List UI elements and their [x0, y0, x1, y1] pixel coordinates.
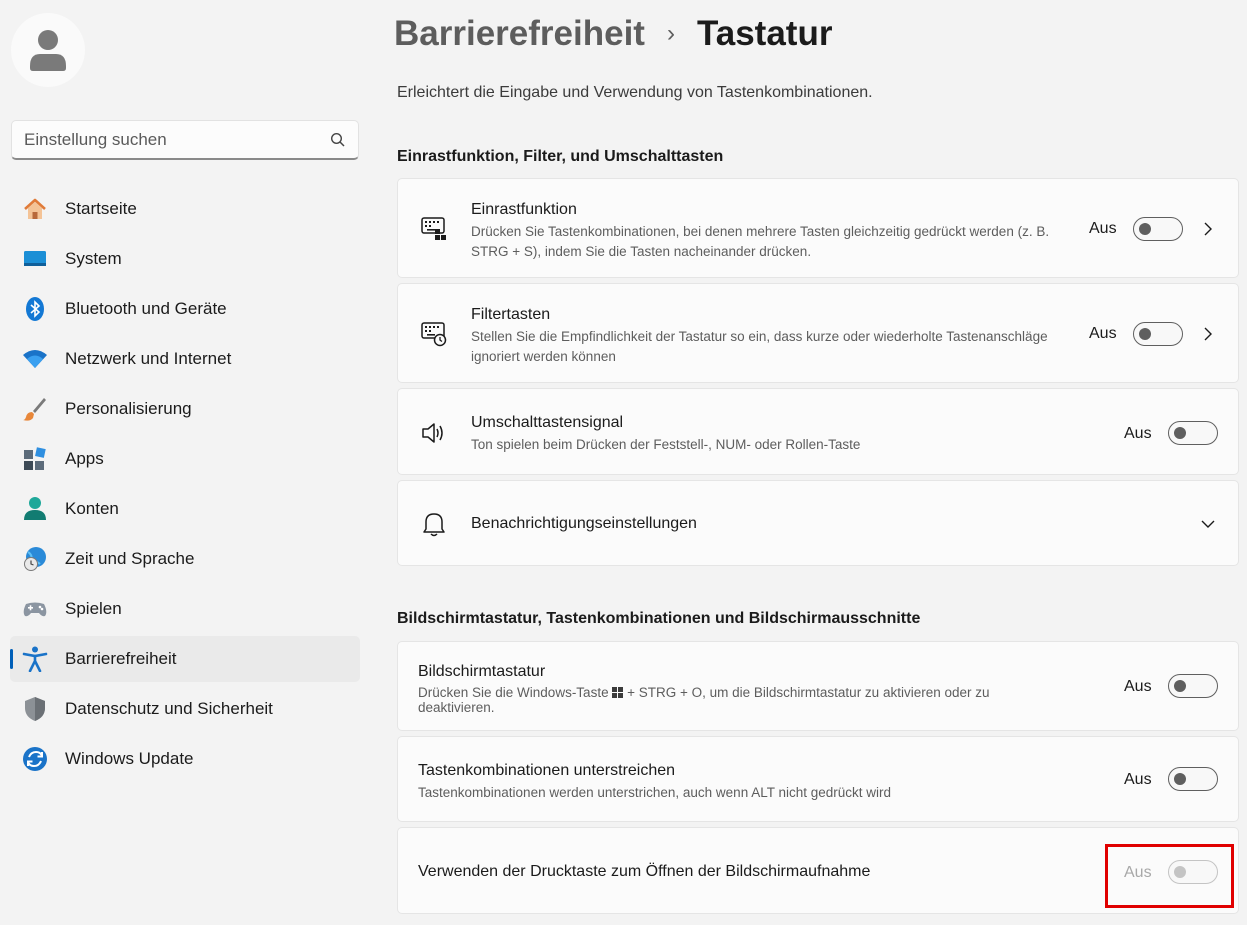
desc-part: Drücken Sie die Windows-Taste — [418, 685, 609, 700]
sidebar-item-system[interactable]: System — [10, 236, 360, 282]
page-subtitle: Erleichtert die Eingabe und Verwendung v… — [397, 84, 873, 101]
underline-access-keys-toggle[interactable] — [1168, 767, 1218, 791]
search-input[interactable] — [24, 129, 330, 150]
setting-text: Einrastfunktion Drücken Sie Tastenkombin… — [471, 201, 1068, 262]
sidebar-item-label: Zeit und Sprache — [65, 549, 195, 568]
sidebar-item-label: Bluetooth und Geräte — [65, 299, 227, 318]
setting-description: Tastenkombinationen werden unterstrichen… — [418, 785, 892, 800]
sidebar-item-label: Datenschutz und Sicherheit — [65, 699, 273, 718]
sidebar-item-windows-update[interactable]: Windows Update — [10, 736, 360, 782]
setting-text: Verwenden der Drucktaste zum Öffnen der … — [418, 863, 1068, 881]
section-title-filter: Einrastfunktion, Filter, und Umschalttas… — [397, 148, 724, 165]
toggle-keys-toggle[interactable] — [1168, 421, 1218, 445]
speaker-icon — [420, 419, 448, 447]
chevron-right-icon[interactable] — [1198, 219, 1218, 239]
setting-text: Bildschirmtastatur Drücken Sie die Windo… — [418, 663, 1038, 715]
sidebar-nav: Startseite System Bluetooth und Geräte N… — [10, 186, 360, 786]
toggle-state-label: Aus — [1089, 325, 1117, 342]
keyboard-sticky-icon — [420, 215, 448, 243]
apps-icon — [22, 446, 48, 472]
setting-description: Ton spielen beim Drücken der Feststell-,… — [471, 437, 861, 452]
home-icon — [22, 196, 48, 222]
update-icon — [22, 746, 48, 772]
setting-title: Umschalttastensignal — [471, 414, 624, 431]
globe-clock-icon — [22, 546, 48, 572]
setting-notifications[interactable]: Benachrichtigungseinstellungen — [397, 480, 1239, 566]
page-title: Tastatur — [696, 14, 833, 53]
sidebar-item-label: Spielen — [65, 599, 122, 618]
setting-title: Benachrichtigungseinstellungen — [471, 515, 697, 532]
breadcrumb: Barrierefreiheit › Tastatur — [394, 14, 832, 54]
sidebar-item-barrierefreiheit[interactable]: Barrierefreiheit — [10, 636, 360, 682]
highlight-box — [1105, 844, 1234, 908]
sidebar-item-zeit-sprache[interactable]: Zeit und Sprache — [10, 536, 360, 582]
sidebar-item-label: System — [65, 249, 122, 268]
sidebar-item-konten[interactable]: Konten — [10, 486, 360, 532]
setting-filter-keys[interactable]: Filtertasten Stellen Sie die Empfindlich… — [397, 283, 1239, 383]
setting-text: Benachrichtigungseinstellungen — [471, 515, 1068, 533]
shield-icon — [22, 696, 48, 722]
sidebar-item-spielen[interactable]: Spielen — [10, 586, 360, 632]
gamepad-icon — [22, 596, 48, 622]
person-icon — [22, 496, 48, 522]
setting-description: Drücken Sie die Windows-Taste + STRG + O… — [418, 685, 1038, 715]
brush-icon — [22, 396, 48, 422]
setting-sticky-keys[interactable]: Einrastfunktion Drücken Sie Tastenkombin… — [397, 178, 1239, 278]
monitor-icon — [22, 246, 48, 272]
sidebar-item-datenschutz[interactable]: Datenschutz und Sicherheit — [10, 686, 360, 732]
sidebar: Startseite System Bluetooth und Geräte — [0, 0, 372, 925]
sidebar-item-label: Konten — [65, 499, 119, 518]
setting-title: Einrastfunktion — [471, 201, 577, 218]
windows-logo-icon — [612, 687, 624, 698]
setting-underline-access-keys[interactable]: Tastenkombinationen unterstreichen Taste… — [397, 736, 1239, 822]
setting-title: Verwenden der Drucktaste zum Öffnen der … — [418, 863, 871, 880]
sidebar-item-label: Netzwerk und Internet — [65, 349, 232, 368]
keyboard-filter-icon — [420, 320, 448, 348]
chevron-right-icon: › — [666, 20, 675, 47]
onscreen-keyboard-toggle[interactable] — [1168, 674, 1218, 698]
sticky-keys-toggle[interactable] — [1133, 217, 1183, 241]
toggle-state-label: Aus — [1089, 220, 1117, 237]
sidebar-item-label: Barrierefreiheit — [65, 649, 177, 668]
setting-text: Tastenkombinationen unterstreichen Taste… — [418, 762, 1068, 803]
chevron-down-icon[interactable] — [1198, 514, 1218, 534]
toggle-state-label: Aus — [1124, 771, 1152, 788]
user-icon — [30, 30, 66, 71]
sidebar-item-label: Personalisierung — [65, 399, 192, 418]
bluetooth-icon — [22, 296, 48, 322]
setting-title: Tastenkombinationen unterstreichen — [418, 762, 676, 779]
sidebar-item-bluetooth[interactable]: Bluetooth und Geräte — [10, 286, 360, 332]
accessibility-icon — [22, 646, 48, 672]
sidebar-item-startseite[interactable]: Startseite — [10, 186, 360, 232]
setting-text: Filtertasten Stellen Sie die Empfindlich… — [471, 306, 1068, 367]
bell-icon — [420, 510, 448, 538]
section-title-onscreen: Bildschirmtastatur, Tastenkombinationen … — [397, 610, 921, 627]
setting-description: Drücken Sie Tastenkombinationen, bei den… — [471, 224, 1050, 259]
sidebar-item-personalisierung[interactable]: Personalisierung — [10, 386, 360, 432]
setting-description: Stellen Sie die Empfindlichkeit der Tast… — [471, 329, 1048, 364]
setting-text: Umschalttastensignal Ton spielen beim Dr… — [471, 414, 1068, 455]
avatar[interactable] — [11, 13, 85, 87]
sidebar-item-netzwerk[interactable]: Netzwerk und Internet — [10, 336, 360, 382]
setting-title: Bildschirmtastatur — [418, 663, 546, 680]
chevron-right-icon[interactable] — [1198, 324, 1218, 344]
breadcrumb-parent[interactable]: Barrierefreiheit — [394, 14, 645, 54]
setting-onscreen-keyboard[interactable]: Bildschirmtastatur Drücken Sie die Windo… — [397, 641, 1239, 731]
sidebar-item-label: Startseite — [65, 199, 137, 218]
filter-keys-toggle[interactable] — [1133, 322, 1183, 346]
sidebar-item-label: Windows Update — [65, 749, 194, 768]
setting-title: Filtertasten — [471, 306, 551, 323]
search-box[interactable] — [11, 120, 359, 160]
toggle-state-label: Aus — [1124, 678, 1152, 695]
sidebar-item-apps[interactable]: Apps — [10, 436, 360, 482]
sidebar-item-label: Apps — [65, 449, 104, 468]
search-icon[interactable] — [330, 132, 346, 148]
toggle-state-label: Aus — [1124, 425, 1152, 442]
wifi-icon — [22, 346, 48, 372]
setting-toggle-keys[interactable]: Umschalttastensignal Ton spielen beim Dr… — [397, 388, 1239, 475]
